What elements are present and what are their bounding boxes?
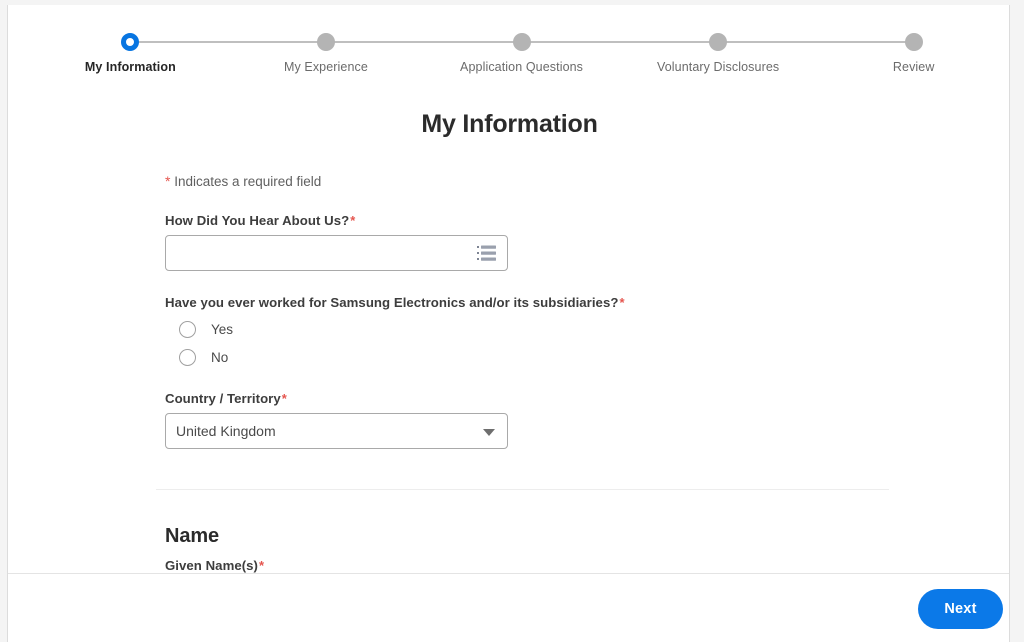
stepper-node-voluntary-disclosures[interactable]: [709, 33, 728, 51]
page-title: My Information: [421, 110, 598, 138]
required-asterisk: *: [165, 173, 171, 189]
form-scroll-area[interactable]: My Information * Indicates a required fi…: [8, 85, 1009, 573]
required-asterisk: *: [281, 391, 287, 406]
required-field-note: * Indicates a required field: [165, 173, 1009, 189]
stepper-label-my-experience: My Experience: [283, 60, 368, 74]
field-label-given-name: Given Name(s)*: [165, 558, 1009, 573]
field-how-did-you-hear: How Did You Hear About Us?*: [165, 213, 1009, 271]
required-asterisk: *: [350, 213, 356, 228]
progress-stepper: My Information My Experience Application…: [8, 5, 1009, 85]
field-label-text: How Did You Hear About Us?: [165, 213, 350, 228]
application-frame: My Information My Experience Application…: [0, 0, 1024, 642]
stepper-label-review: Review: [892, 60, 935, 74]
country-territory-select[interactable]: United Kingdom: [165, 413, 508, 449]
page-panel: My Information My Experience Application…: [7, 5, 1010, 642]
field-worked-before: Have you ever worked for Samsung Electro…: [165, 295, 1009, 366]
form-body: * Indicates a required field How Did You…: [156, 173, 1009, 573]
next-button[interactable]: Next: [918, 589, 1003, 629]
stepper-label-voluntary-disclosures: Voluntary Disclosures: [656, 60, 780, 74]
stepper-node-my-information[interactable]: [121, 33, 140, 51]
stepper-node-my-experience[interactable]: [316, 33, 335, 51]
required-note-text: Indicates a required field: [174, 174, 322, 189]
radio-option-no[interactable]: No: [179, 349, 1009, 366]
field-label-country-territory: Country / Territory*: [165, 391, 1009, 406]
section-title-name: Name: [165, 525, 220, 547]
prompt-list-icon[interactable]: [477, 245, 496, 262]
field-country-territory: Country / Territory* United Kingdom: [165, 391, 1009, 449]
section-divider: [156, 489, 889, 490]
footer-bar: Next: [8, 573, 1009, 642]
required-asterisk: *: [259, 558, 265, 573]
stepper-label-application-questions: Application Questions: [460, 60, 584, 74]
chevron-down-icon[interactable]: [483, 429, 495, 436]
stepper-label-my-information: My Information: [84, 60, 176, 74]
field-given-name: Given Name(s)*: [165, 558, 1009, 573]
field-label-how-did-you-hear: How Did You Hear About Us?*: [165, 213, 1009, 228]
radio-label-yes: Yes: [211, 322, 234, 337]
field-label-text: Have you ever worked for Samsung Electro…: [165, 295, 619, 310]
required-asterisk: *: [619, 295, 625, 310]
radio-option-yes[interactable]: Yes: [179, 321, 1009, 338]
stepper-node-application-questions[interactable]: [512, 33, 531, 51]
how-did-you-hear-input[interactable]: [165, 235, 508, 271]
radio-label-no: No: [211, 350, 229, 365]
radio-circle-icon[interactable]: [179, 349, 196, 366]
field-label-worked-before: Have you ever worked for Samsung Electro…: [165, 295, 1009, 310]
country-territory-value: United Kingdom: [176, 423, 276, 439]
radio-circle-icon[interactable]: [179, 321, 196, 338]
field-label-text: Country / Territory: [165, 391, 281, 406]
stepper-node-review[interactable]: [904, 33, 923, 51]
field-label-text: Given Name(s): [165, 558, 258, 573]
